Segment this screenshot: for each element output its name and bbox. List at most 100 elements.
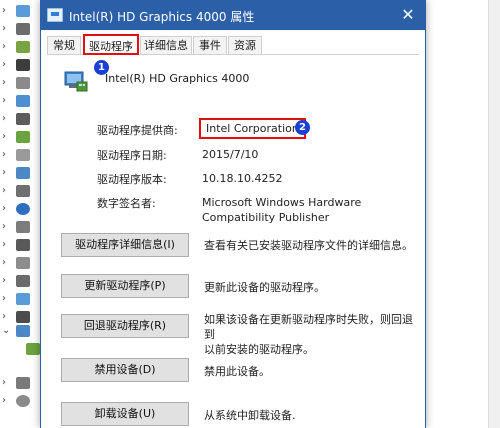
chevron-right-icon[interactable]: › <box>2 221 6 232</box>
tree-node[interactable]: › <box>0 256 40 272</box>
version-value: 10.18.10.4252 <box>202 172 283 185</box>
disable-device-button[interactable]: 禁用设备(D) <box>61 358 189 382</box>
provider-label: 驱动程序提供商: <box>97 124 178 137</box>
roll-back-description-line: 如果该设备在更新驱动程序时失败，则回退到 <box>204 313 413 341</box>
device-category-icon <box>16 221 30 233</box>
device-category-icon <box>16 185 30 197</box>
tab-resources[interactable]: 资源 <box>228 36 262 54</box>
tab-driver[interactable]: 驱动程序 <box>83 34 139 55</box>
device-category-icon <box>16 293 30 305</box>
device-category-icon <box>16 149 30 161</box>
annotation-badge-2: 2 <box>295 120 310 135</box>
tree-node[interactable]: › <box>0 394 40 410</box>
driver-tab-panel: Intel(R) HD Graphics 4000 驱动程序提供商: Intel… <box>47 55 419 428</box>
tree-node[interactable]: › <box>0 274 40 290</box>
chevron-right-icon[interactable]: › <box>2 5 6 16</box>
tree-node-expanded[interactable]: ⌄ <box>0 324 40 340</box>
chevron-right-icon[interactable]: › <box>2 41 6 52</box>
tree-node[interactable]: › <box>0 58 40 74</box>
date-label: 驱动程序日期: <box>97 149 167 162</box>
tab-details[interactable]: 详细信息 <box>140 36 192 54</box>
tree-node[interactable]: › <box>0 202 40 218</box>
device-category-icon <box>16 257 30 269</box>
tab-strip: 常规 驱动程序 详细信息 事件 资源 <box>47 34 419 55</box>
update-driver-description: 更新此设备的驱动程序。 <box>204 281 325 294</box>
tab-events[interactable]: 事件 <box>193 36 227 54</box>
tree-node[interactable]: › <box>0 22 40 38</box>
close-icon[interactable]: ✕ <box>397 4 419 26</box>
chevron-right-icon[interactable]: › <box>2 239 6 250</box>
tree-node[interactable]: › <box>0 148 40 164</box>
title-bar[interactable]: Intel(R) HD Graphics 4000 属性 ✕ <box>41 0 425 30</box>
background-scrollbar[interactable] <box>488 0 500 428</box>
device-category-icon <box>16 239 30 251</box>
device-category-icon <box>16 131 30 143</box>
driver-details-description: 查看有关已安装驱动程序文件的详细信息。 <box>204 239 413 252</box>
tree-node[interactable]: › <box>0 376 40 392</box>
tab-general[interactable]: 常规 <box>47 36 81 54</box>
chevron-right-icon[interactable]: › <box>2 131 6 142</box>
chevron-right-icon[interactable]: › <box>2 77 6 88</box>
annotation-badge-1: 1 <box>94 60 109 75</box>
signer-value-line: Compatibility Publisher <box>202 211 330 224</box>
roll-back-driver-button[interactable]: 回退驱动程序(R) <box>61 314 189 338</box>
device-category-icon <box>16 77 30 89</box>
chevron-right-icon[interactable]: › <box>2 257 6 268</box>
device-category-icon <box>16 395 30 407</box>
tree-node[interactable]: › <box>0 238 40 254</box>
driver-details-button[interactable]: 驱动程序详细信息(I) <box>61 233 189 257</box>
device-category-icon <box>16 95 30 107</box>
background-window-area <box>424 0 500 428</box>
tree-node[interactable]: › <box>0 166 40 182</box>
update-driver-button[interactable]: 更新驱动程序(P) <box>61 274 189 298</box>
device-category-icon <box>16 5 30 17</box>
tree-node[interactable]: › <box>0 4 40 20</box>
device-category-icon <box>16 113 30 125</box>
tree-node[interactable]: › <box>0 184 40 200</box>
version-label: 驱动程序版本: <box>97 173 167 186</box>
chevron-right-icon[interactable]: › <box>2 185 6 196</box>
tree-node[interactable]: › <box>0 94 40 110</box>
tree-node[interactable] <box>0 342 40 358</box>
provider-value: Intel Corporation <box>199 118 306 139</box>
display-adapter-icon <box>47 8 63 22</box>
window-title: Intel(R) HD Graphics 4000 属性 <box>69 10 255 24</box>
chevron-right-icon[interactable]: › <box>2 203 6 214</box>
tree-node[interactable]: › <box>0 76 40 92</box>
chevron-right-icon[interactable]: › <box>2 311 6 322</box>
chevron-right-icon[interactable]: › <box>2 95 6 106</box>
chevron-right-icon[interactable]: › <box>2 395 6 406</box>
device-category-icon <box>16 59 30 71</box>
display-adapters-icon <box>16 325 30 337</box>
uninstall-device-button[interactable]: 卸载设备(U) <box>61 402 189 426</box>
tree-node[interactable]: › <box>0 220 40 236</box>
tree-node[interactable]: › <box>0 292 40 308</box>
roll-back-driver-description: 如果该设备在更新驱动程序时失败，则回退到 以前安装的驱动程序。 <box>204 312 419 357</box>
chevron-right-icon[interactable]: › <box>2 275 6 286</box>
chevron-right-icon[interactable]: › <box>2 167 6 178</box>
device-category-icon <box>16 167 30 179</box>
chevron-right-icon[interactable]: › <box>2 59 6 70</box>
bluetooth-icon <box>16 203 30 215</box>
uninstall-device-description: 从系统中卸载设备. <box>204 409 296 422</box>
tree-node[interactable]: › <box>0 130 40 146</box>
device-category-icon <box>16 41 30 53</box>
disable-device-description: 禁用此设备。 <box>204 365 270 378</box>
display-adapter-icon <box>64 71 88 92</box>
chevron-right-icon[interactable]: › <box>2 377 6 388</box>
speaker-icon <box>16 377 30 389</box>
chevron-right-icon[interactable]: › <box>2 23 6 34</box>
device-category-icon <box>16 275 30 287</box>
properties-dialog: Intel(R) HD Graphics 4000 属性 ✕ 常规 驱动程序 详… <box>40 0 426 428</box>
chevron-right-icon[interactable]: › <box>2 113 6 124</box>
tree-node[interactable]: › <box>0 112 40 128</box>
chevron-right-icon[interactable]: › <box>2 293 6 304</box>
chevron-down-icon[interactable]: ⌄ <box>2 325 10 336</box>
chevron-right-icon[interactable]: › <box>2 149 6 160</box>
signer-value: Microsoft Windows Hardware Compatibility… <box>202 195 361 225</box>
signer-value-line: Microsoft Windows Hardware <box>202 196 362 209</box>
device-category-icon <box>16 311 30 323</box>
tree-node[interactable]: › <box>0 40 40 56</box>
roll-back-description-line: 以前安装的驱动程序。 <box>204 343 314 356</box>
display-adapter-icon <box>26 343 40 355</box>
